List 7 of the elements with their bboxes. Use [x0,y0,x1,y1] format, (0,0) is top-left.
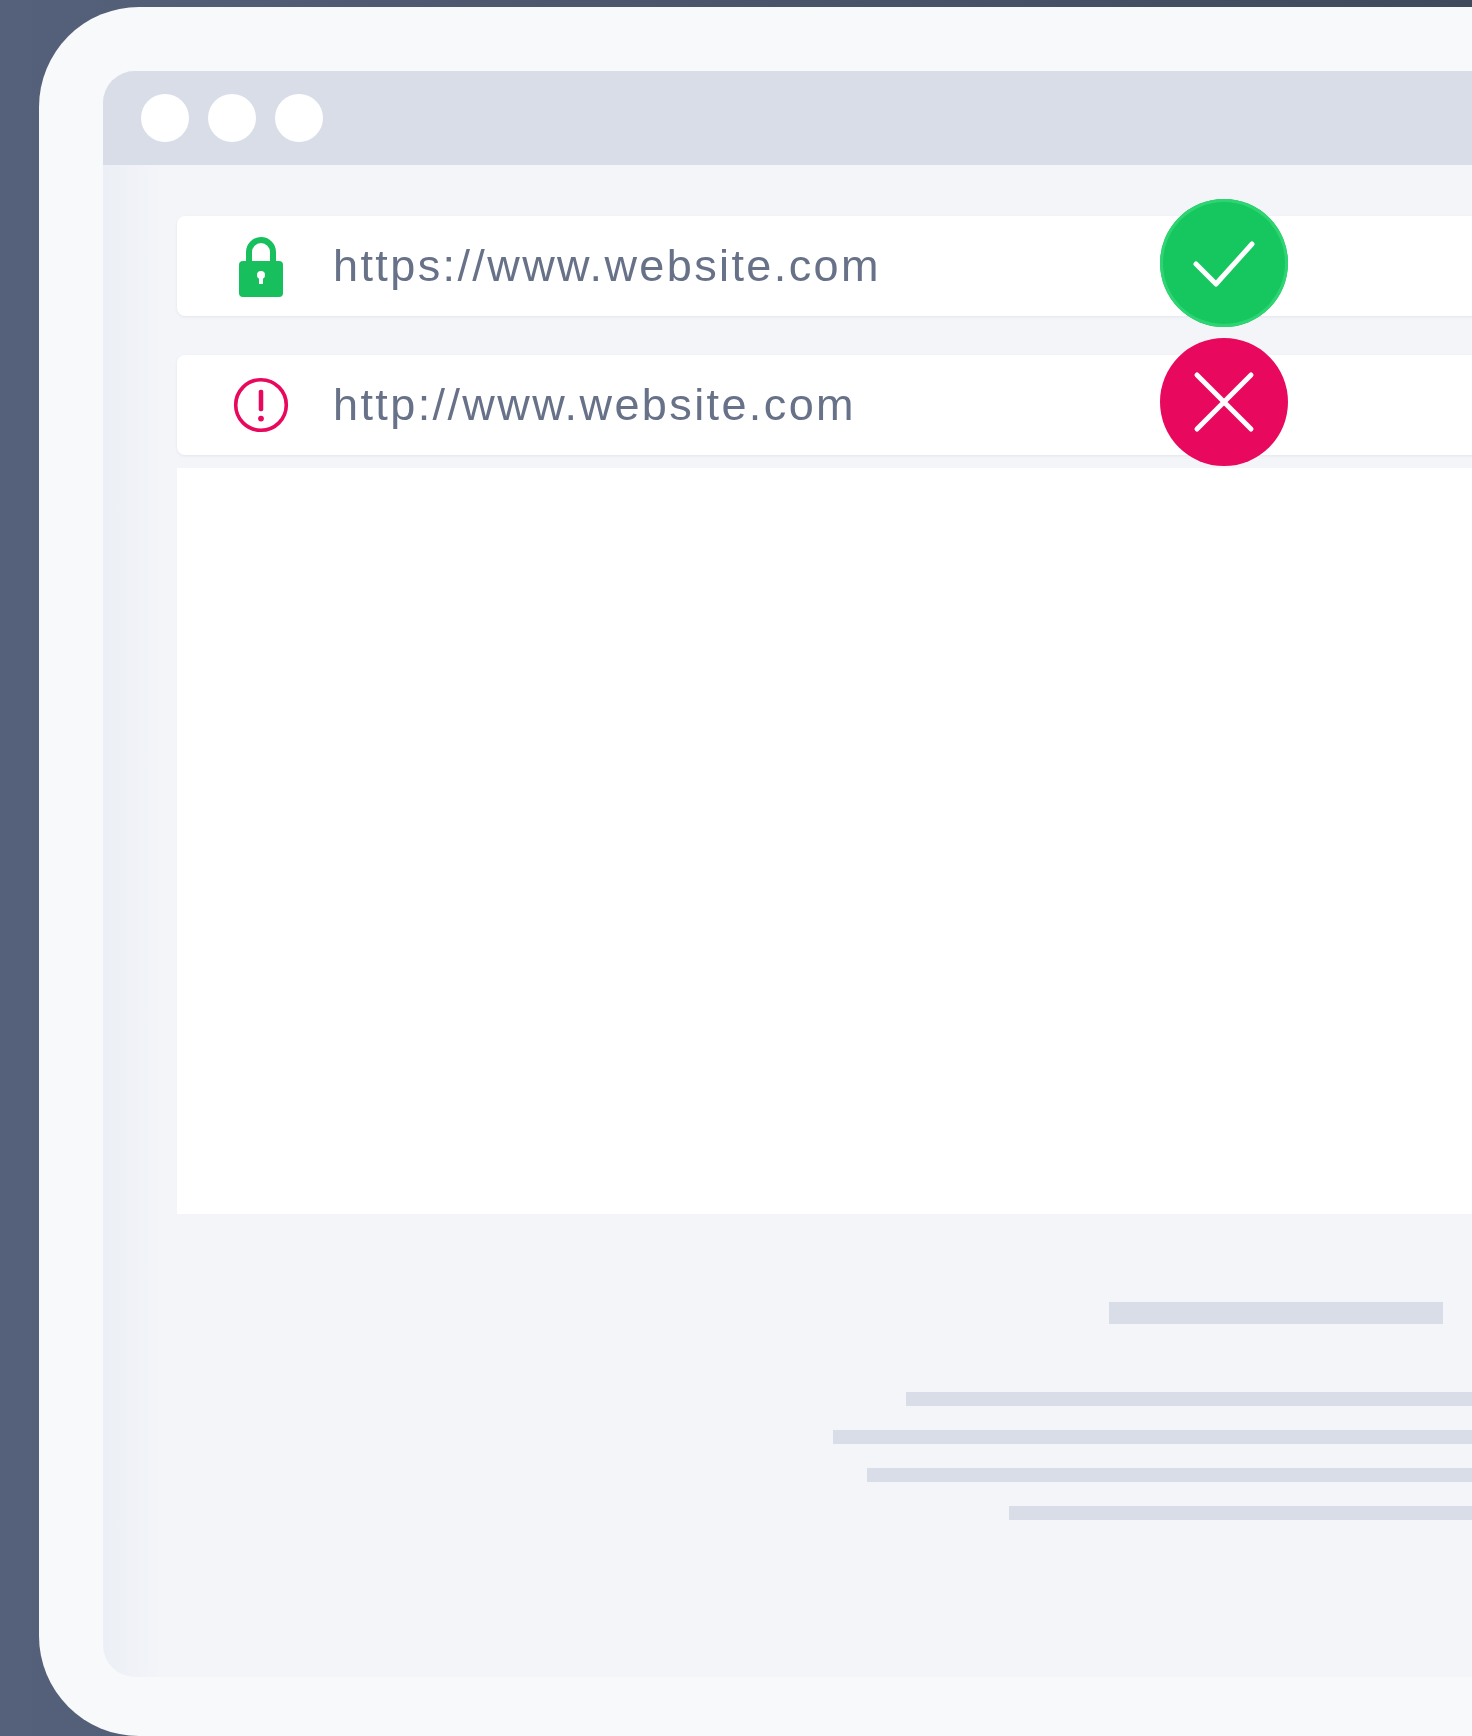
window-control-dot[interactable] [208,94,256,142]
url-text: http://www.website.com [333,379,856,431]
address-bar[interactable]: https://www.website.com [177,216,1472,316]
url-text: https://www.website.com [333,240,881,292]
window-control-dot[interactable] [141,94,189,142]
address-bar[interactable]: http://www.website.com [177,355,1472,455]
window-control-dot[interactable] [275,94,323,142]
